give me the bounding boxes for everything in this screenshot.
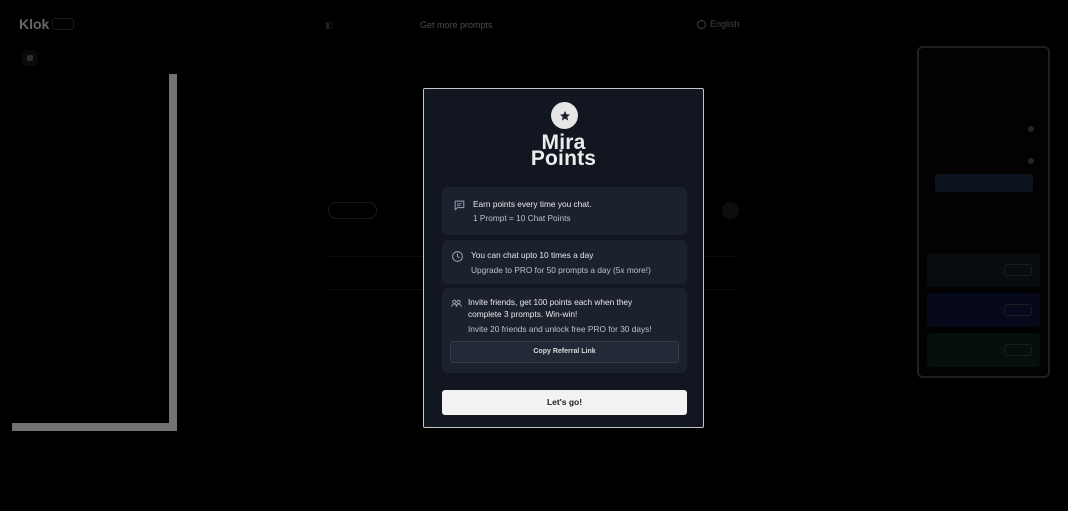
info-card-referrals: Invite friends, get 100 points each when… (442, 288, 687, 373)
star-badge (551, 102, 578, 129)
mira-points-modal: Mira Points Earn points every time you c… (423, 88, 704, 428)
lets-go-button[interactable]: Let's go! (442, 390, 687, 415)
card3-sub-text: Invite 20 friends and unlock free PRO fo… (468, 324, 652, 334)
card2-sub-text: Upgrade to PRO for 50 prompts a day (5x … (471, 265, 651, 275)
copy-referral-link-button[interactable]: Copy Referral Link (450, 341, 679, 363)
card3-main-text-line1: Invite friends, get 100 points each when… (468, 297, 633, 307)
card3-main-text-line2: complete 3 prompts. Win-win! (468, 309, 578, 319)
card1-sub-text: 1 Prompt = 10 Chat Points (473, 213, 571, 223)
modal-title-line2: Points (530, 147, 597, 170)
card1-main-text: Earn points every time you chat. (473, 199, 592, 209)
info-card-chat-points: Earn points every time you chat. 1 Promp… (442, 187, 687, 235)
card2-main-text: You can chat upto 10 times a day (471, 250, 594, 260)
info-card-daily-limit: You can chat upto 10 times a day Upgrade… (442, 240, 687, 284)
users-icon (451, 299, 462, 307)
clock-icon (452, 251, 463, 262)
chat-bubble-icon (454, 200, 465, 211)
star-icon (559, 110, 570, 120)
